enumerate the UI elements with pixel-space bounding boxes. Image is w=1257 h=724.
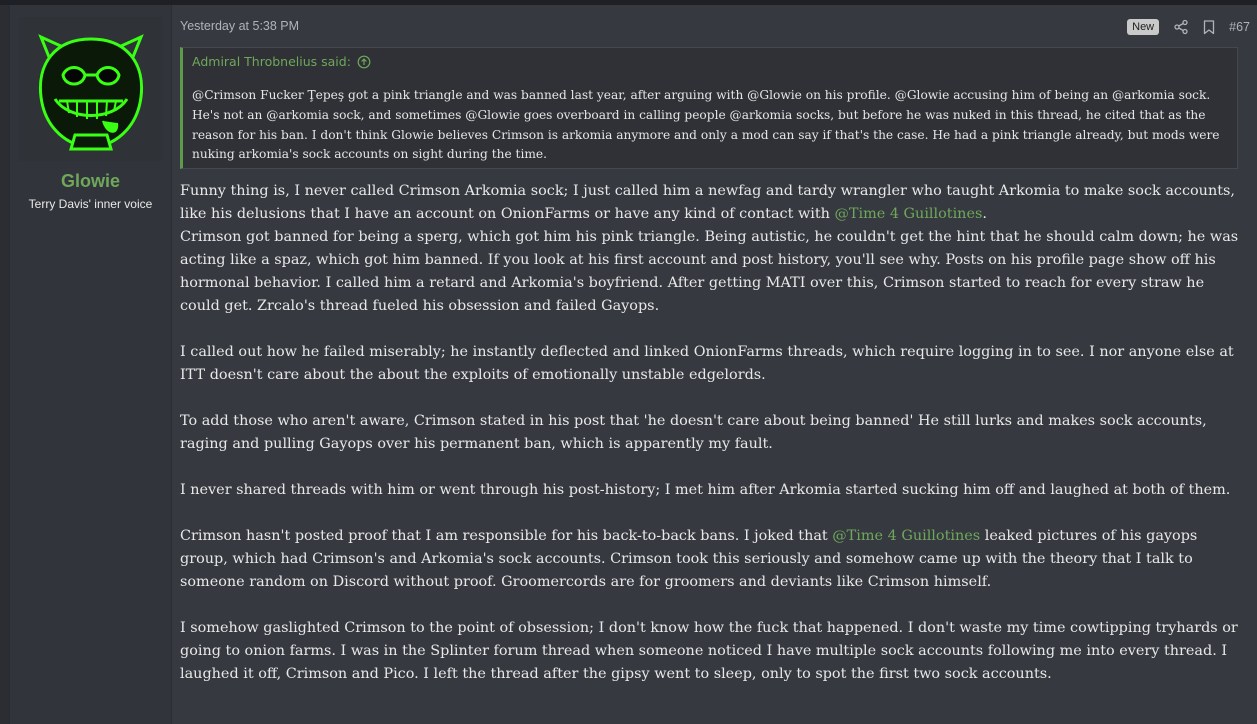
post-date[interactable]: Yesterday at 5:38 PM	[180, 19, 299, 33]
quote-author[interactable]: Admiral Throbnelius said:	[192, 54, 351, 69]
user-title: Terry Davis' inner voice	[28, 197, 153, 211]
paragraph-3: To add those who aren't aware, Crimson s…	[180, 413, 1207, 452]
paragraph-5-text: Crimson hasn't posted proof that I am re…	[180, 528, 833, 544]
paragraph-5: Crimson hasn't posted proof that I am re…	[180, 525, 1246, 594]
forum-post: Glowie Terry Davis' inner voice Yesterda…	[9, 5, 1257, 724]
arrow-up-circle-icon[interactable]	[357, 55, 371, 69]
glowing-smiley-avatar-icon	[19, 17, 163, 161]
post-actions: New #67	[1127, 17, 1250, 37]
paragraph-1-end: .	[982, 206, 987, 222]
post-number[interactable]: #67	[1229, 20, 1250, 34]
post-header: Yesterday at 5:38 PM New #67	[180, 17, 1250, 37]
quote-block: Admiral Throbnelius said: @Crimson Fucke…	[180, 47, 1238, 169]
paragraph-1: Funny thing is, I never called Crimson A…	[180, 180, 1246, 318]
paragraph-1-continued: Crimson got banned for being a sperg, wh…	[180, 229, 1239, 314]
paragraph-4: I never shared threads with him or went …	[180, 482, 1231, 498]
paragraph-2: I called out how he failed miserably; he…	[180, 344, 1234, 383]
user-avatar[interactable]	[19, 17, 163, 161]
mention-link[interactable]: @Time 4 Guillotines	[835, 206, 983, 222]
user-pane: Glowie Terry Davis' inner voice	[10, 5, 172, 724]
mention-link[interactable]: @Time 4 Guillotines	[832, 528, 980, 544]
quote-header[interactable]: Admiral Throbnelius said:	[192, 54, 371, 69]
new-badge: New	[1127, 19, 1160, 35]
quote-text: @Crimson Fucker Ţepeş got a pink triangl…	[192, 88, 1220, 162]
post-body: Funny thing is, I never called Crimson A…	[180, 180, 1246, 709]
paragraph-1-text: Funny thing is, I never called Crimson A…	[180, 183, 1235, 222]
bookmark-icon[interactable]	[1201, 19, 1217, 35]
username[interactable]: Glowie	[10, 171, 171, 192]
share-icon[interactable]	[1173, 19, 1189, 35]
paragraph-6: I somehow gaslighted Crimson to the poin…	[180, 620, 1238, 682]
